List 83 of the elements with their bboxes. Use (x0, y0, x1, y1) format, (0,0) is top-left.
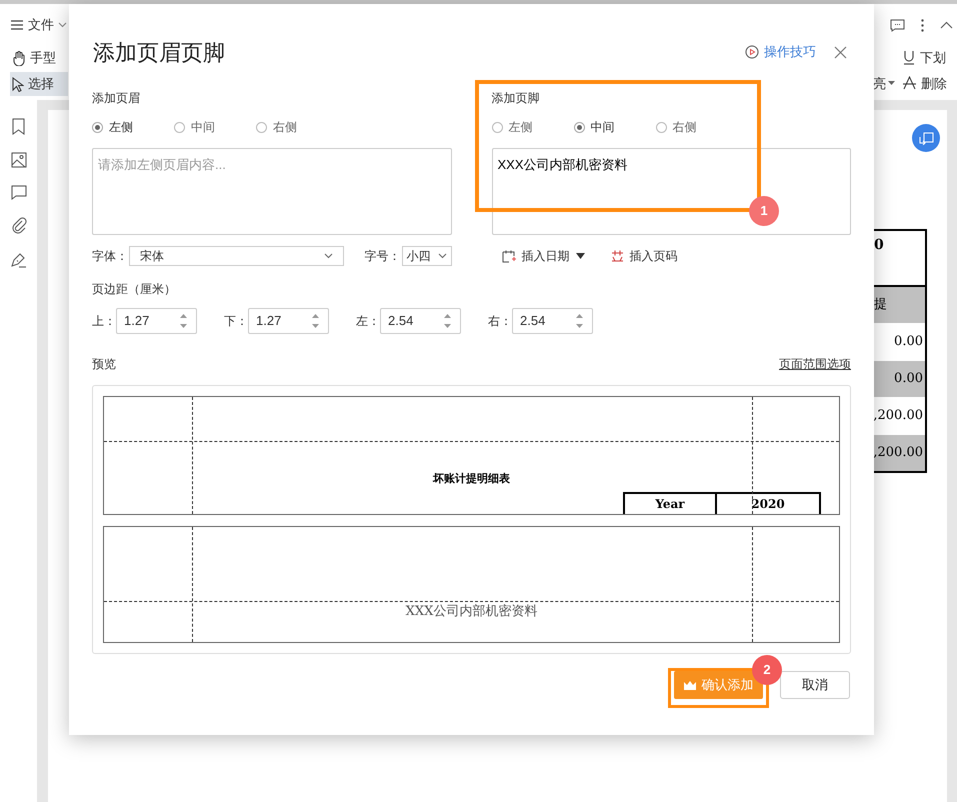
margins-label: 页边距（厘米） (92, 281, 177, 298)
chevron-up-icon[interactable] (940, 21, 953, 29)
footer-preview-text: XXX公司内部机密资料 (406, 603, 538, 621)
caret-down-icon (576, 253, 584, 259)
crown-icon (684, 680, 696, 690)
radio-option[interactable]: 右侧 (656, 118, 738, 136)
toolbar-button[interactable]: 删除 (903, 74, 953, 93)
toolbar-dropdown[interactable]: 亮 (873, 74, 903, 93)
pen-icon[interactable] (10, 251, 27, 268)
more-icon[interactable] (921, 18, 924, 32)
strikethrough-icon (903, 76, 916, 90)
toolbar-button[interactable]: 下划 (903, 48, 953, 68)
image-icon[interactable] (10, 152, 26, 168)
comment-icon[interactable] (890, 18, 905, 32)
margin-label: 上： (92, 313, 116, 330)
bookmark-icon[interactable] (12, 118, 25, 135)
font-select[interactable]: 宋体 (129, 246, 344, 266)
radio-checked-icon (92, 122, 103, 132)
page-range-link[interactable]: 页面范围选项 (779, 355, 851, 373)
chevron-down-icon (324, 253, 334, 259)
number-input[interactable]: 1.27 (117, 311, 180, 331)
spin-arrows-icon[interactable] (576, 312, 583, 330)
number-input[interactable]: 2.54 (513, 311, 576, 331)
file-menu[interactable]: 文件 (28, 15, 54, 35)
radio-icon (492, 122, 502, 132)
play-icon (745, 45, 759, 59)
section-label: 添加页脚 (492, 90, 540, 105)
margin-spin-field[interactable]: 1.27 (248, 308, 329, 334)
radio-option[interactable]: 中间 (174, 118, 256, 136)
font-label: 字体： (92, 248, 129, 265)
menu-icon[interactable] (10, 19, 24, 31)
insert-date-button[interactable]: 插入日期 (502, 247, 584, 265)
hand-icon (12, 50, 26, 66)
radio-icon (256, 122, 267, 132)
caret-down-icon (888, 81, 895, 86)
margin-spin-field[interactable]: 1.27 (116, 308, 197, 334)
margin-label: 左： (356, 313, 380, 330)
number-input[interactable]: 1.27 (249, 311, 312, 331)
tool-button[interactable]: 手型 (10, 46, 68, 70)
table-cell: 提 (874, 287, 925, 323)
document-title: 坏账计提明细表 (433, 471, 510, 487)
cancel-button[interactable]: 取消 (780, 671, 850, 699)
radio-checked-icon (574, 122, 584, 132)
convert-icon (918, 132, 934, 144)
close-icon[interactable] (834, 46, 847, 58)
table-cell-text: 0.00 (893, 333, 924, 352)
radio-option[interactable]: 中间 (574, 118, 656, 136)
spin-arrows-icon[interactable] (180, 312, 187, 330)
insert-page-number-button[interactable]: 插入页码 (610, 247, 678, 265)
chevron-down-icon (58, 22, 67, 28)
number-input[interactable]: 2.54 (381, 311, 444, 331)
size-select[interactable]: 小四 (402, 246, 452, 266)
size-label: 字号： (364, 248, 402, 265)
comment-icon[interactable] (10, 185, 26, 200)
page-number-icon (610, 250, 624, 262)
calendar-icon (502, 250, 516, 262)
help-link[interactable]: 操作技巧 (745, 42, 816, 62)
margin-label: 右： (488, 313, 512, 330)
spin-arrows-icon[interactable] (444, 312, 451, 330)
tool-button[interactable]: 选择 (10, 72, 68, 96)
table-cell: ,200.00 (874, 435, 925, 471)
table-cell: 0.00 (874, 361, 925, 397)
underline-icon (903, 50, 915, 66)
radio-option[interactable]: 左侧 (92, 118, 174, 136)
chevron-down-icon (438, 253, 446, 259)
radio-option[interactable]: 右侧 (256, 118, 338, 136)
convert-button[interactable] (912, 124, 940, 152)
margin-label: 下： (224, 313, 248, 330)
margin-spin-field[interactable]: 2.54 (380, 308, 461, 334)
margin-spin-field[interactable]: 2.54 (512, 308, 593, 334)
table-cell-text: ,200.00 (874, 407, 924, 426)
header-text-field[interactable]: 请添加左侧页眉内容... (92, 148, 452, 235)
cursor-icon (12, 76, 24, 92)
radio-icon (656, 122, 666, 132)
spin-arrows-icon[interactable] (312, 312, 319, 330)
paperclip-icon[interactable] (10, 217, 26, 234)
table-cell-text: 2020 (750, 496, 786, 512)
section-label: 添加页眉 (92, 90, 141, 105)
radio-icon (174, 122, 185, 132)
dialog-title: 添加页眉页脚 (93, 38, 225, 66)
table-cell: Year (625, 494, 717, 514)
radio-option[interactable]: 左侧 (492, 118, 574, 136)
preview-label: 预览 (92, 356, 116, 373)
